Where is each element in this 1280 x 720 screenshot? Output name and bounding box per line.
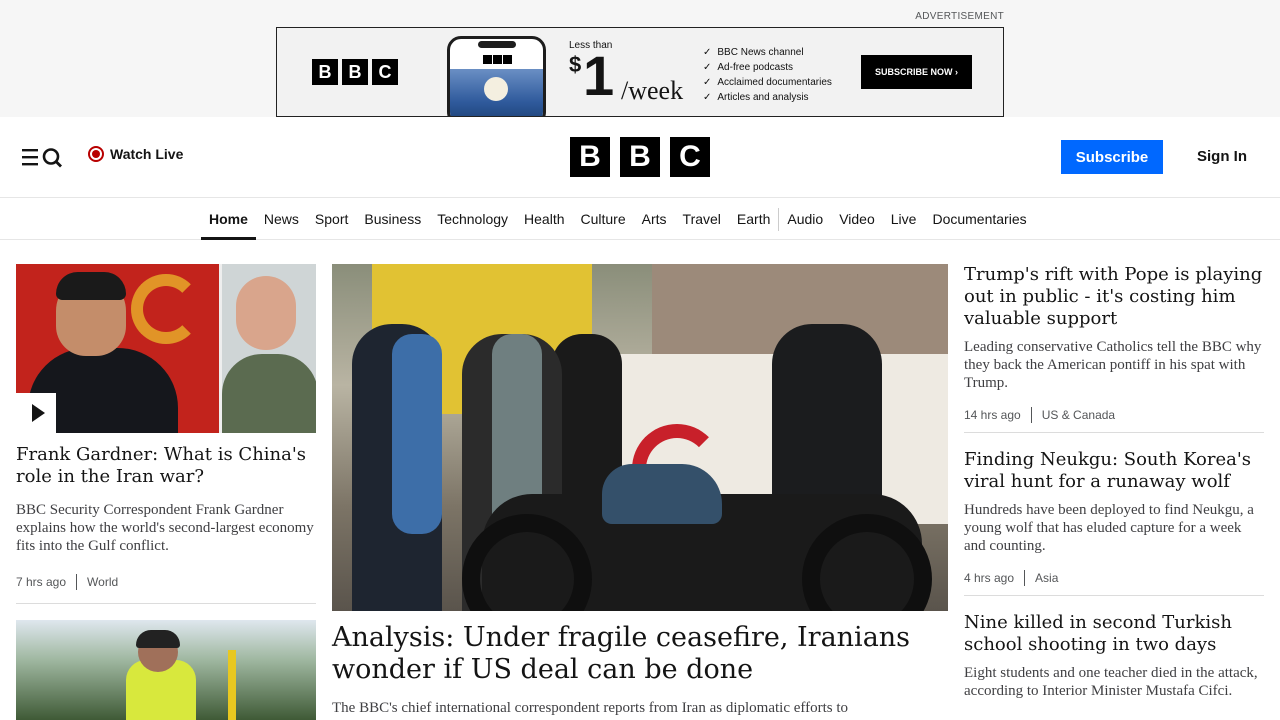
- story-meta: 7 hrs ago World: [16, 574, 118, 590]
- masthead: Watch Live B B C Subscribe Sign In: [0, 117, 1280, 198]
- ad-logo-letter: B: [342, 59, 368, 85]
- nav-item-technology[interactable]: Technology: [429, 198, 516, 239]
- story-section: US & Canada: [1041, 408, 1116, 422]
- meta-divider: [1030, 407, 1032, 423]
- story-time: 14 hrs ago: [964, 408, 1021, 422]
- bbc-logo[interactable]: B B C: [570, 137, 710, 177]
- watch-live-label: Watch Live: [110, 146, 184, 162]
- live-icon: [88, 146, 104, 162]
- nav-item-sport[interactable]: Sport: [307, 198, 356, 239]
- story-meta: 4 hrs ago Asia: [964, 570, 1058, 586]
- ad-feature: Ad-free podcasts: [703, 60, 832, 75]
- ad-price: Less than $ 1 /week: [569, 40, 683, 105]
- advertisement-strip: ADVERTISEMENT B B C Less than $ 1 /week …: [0, 0, 1280, 117]
- logo-letter: C: [670, 137, 710, 177]
- ad-bbc-logo: B B C: [312, 59, 398, 85]
- story-image-second[interactable]: [16, 620, 316, 720]
- nav-item-arts[interactable]: Arts: [634, 198, 675, 239]
- ad-currency: $: [569, 52, 582, 77]
- logo-letter: B: [570, 137, 610, 177]
- story-summary: BBC Security Correspondent Frank Gardner…: [16, 502, 314, 554]
- story-time: 4 hrs ago: [964, 571, 1015, 585]
- nav-item-documentaries[interactable]: Documentaries: [924, 198, 1034, 239]
- ad-banner[interactable]: B B C Less than $ 1 /week BBC News chann…: [276, 27, 1004, 117]
- story-divider: [964, 432, 1264, 433]
- ad-label: ADVERTISEMENT: [915, 11, 1004, 22]
- ad-price-period: /week: [621, 76, 684, 105]
- nav-item-news[interactable]: News: [256, 198, 307, 239]
- ad-features-list: BBC News channel Ad-free podcasts Acclai…: [703, 45, 832, 105]
- ad-phone-image: [447, 36, 546, 116]
- nav-item-home[interactable]: Home: [201, 198, 256, 240]
- ad-logo-letter: C: [372, 59, 398, 85]
- story-headline[interactable]: Trump's rift with Pope is playing out in…: [964, 264, 1264, 330]
- story-summary: Hundreds have been deployed to find Neuk…: [964, 502, 1254, 554]
- sign-in-link[interactable]: Sign In: [1197, 148, 1247, 165]
- story-headline[interactable]: Frank Gardner: What is China's role in t…: [16, 444, 316, 488]
- main-story-headline[interactable]: Analysis: Under fragile ceasefire, Irani…: [332, 622, 948, 686]
- ad-subscribe-button[interactable]: SUBSCRIBE NOW ›: [861, 55, 972, 89]
- story-image-china-iran[interactable]: [16, 264, 316, 433]
- story-section: World: [87, 575, 119, 589]
- ad-logo-letter: B: [312, 59, 338, 85]
- ad-feature: Articles and analysis: [703, 90, 832, 105]
- ad-feature: BBC News channel: [703, 45, 832, 60]
- main-story-image[interactable]: [332, 264, 948, 611]
- ad-price-value: 1: [583, 44, 615, 107]
- logo-letter: B: [620, 137, 660, 177]
- meta-divider: [76, 574, 78, 590]
- ad-feature: Acclaimed documentaries: [703, 75, 832, 90]
- nav-item-earth[interactable]: Earth: [729, 198, 778, 239]
- nav-item-audio[interactable]: Audio: [779, 198, 831, 239]
- story-meta: 14 hrs ago US & Canada: [964, 407, 1115, 423]
- story-divider: [964, 595, 1264, 596]
- main-nav: Home News Sport Business Technology Heal…: [0, 198, 1280, 240]
- story-headline[interactable]: Nine killed in second Turkish school sho…: [964, 612, 1264, 656]
- story-summary: Eight students and one teacher died in t…: [964, 665, 1258, 699]
- story-time: 7 hrs ago: [16, 575, 67, 589]
- story-section: Asia: [1035, 571, 1059, 585]
- story-headline[interactable]: Finding Neukgu: South Korea's viral hunt…: [964, 449, 1264, 493]
- nav-item-culture[interactable]: Culture: [573, 198, 634, 239]
- subscribe-button[interactable]: Subscribe: [1061, 140, 1163, 174]
- play-icon[interactable]: [16, 393, 56, 433]
- watch-live-link[interactable]: Watch Live: [88, 146, 183, 162]
- nav-item-travel[interactable]: Travel: [675, 198, 729, 239]
- nav-item-live[interactable]: Live: [883, 198, 925, 239]
- menu-search-icon[interactable]: [22, 145, 62, 169]
- story-summary: Leading conservative Catholics tell the …: [964, 339, 1262, 391]
- meta-divider: [1024, 570, 1026, 586]
- nav-item-video[interactable]: Video: [831, 198, 883, 239]
- nav-item-health[interactable]: Health: [516, 198, 572, 239]
- main-story-summary: The BBC's chief international correspond…: [332, 700, 849, 716]
- story-divider: [16, 603, 316, 604]
- nav-item-business[interactable]: Business: [356, 198, 429, 239]
